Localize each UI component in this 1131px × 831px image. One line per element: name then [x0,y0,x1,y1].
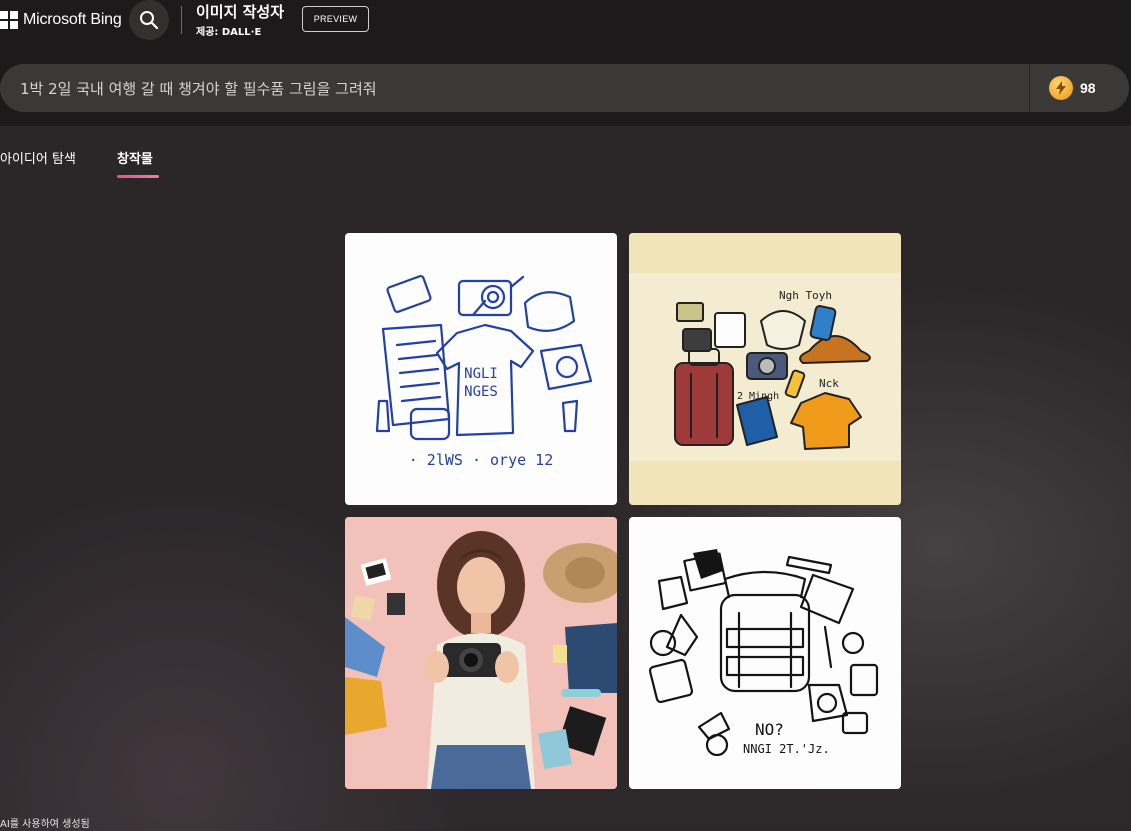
generated-image-2[interactable]: Ngh Toyh 2 Mingh Nck [629,233,901,505]
generated-image-4[interactable]: NO? NNGI 2T.'Jz. [629,517,901,789]
image-4-text-b: NNGI 2T.'Jz. [743,742,830,756]
image-1-text-a: NGLI [464,366,498,382]
prompt-input[interactable] [20,64,1010,112]
tab-explore-ideas[interactable]: 아이디어 탐색 [0,148,76,167]
header-divider [181,6,182,34]
image-2-text-a: Ngh Toyh [779,289,832,302]
boost-count: 98 [1080,80,1096,96]
image-2-text-c: Nck [819,377,839,390]
search-icon [140,11,159,30]
page-title: 이미지 작성자 [196,3,285,21]
ai-generated-note: AI를 사용하여 생성됨 [0,819,90,830]
boost-counter[interactable]: 98 [1049,76,1096,100]
search-button[interactable] [129,0,169,40]
image-1-caption: · 2lWS · orye 12 [409,451,554,469]
top-bar: Microsoft Bing 이미지 작성자 제공: DALL·E PREVIE… [0,0,1131,126]
tab-creations[interactable]: 창작물 [117,148,153,167]
microsoft-logo-icon [0,11,18,29]
active-tab-indicator [117,175,159,178]
bing-logo[interactable]: Microsoft Bing [0,10,122,30]
preview-badge: PREVIEW [302,6,369,32]
boost-coin-icon [1049,76,1073,100]
page-subtitle: 제공: DALL·E [196,27,262,38]
generated-image-3[interactable] [345,517,617,789]
image-1-text-b: NGES [464,384,498,400]
prompt-separator [1029,64,1030,112]
generated-image-1[interactable]: NGLI NGES · 2lWS · orye 12 [345,233,617,505]
image-2-text-b: 2 Mingh [737,391,779,402]
image-4-text-a: NO? [755,720,784,739]
brand-name: Microsoft Bing [23,11,122,28]
prompt-bar: 98 [0,64,1129,112]
